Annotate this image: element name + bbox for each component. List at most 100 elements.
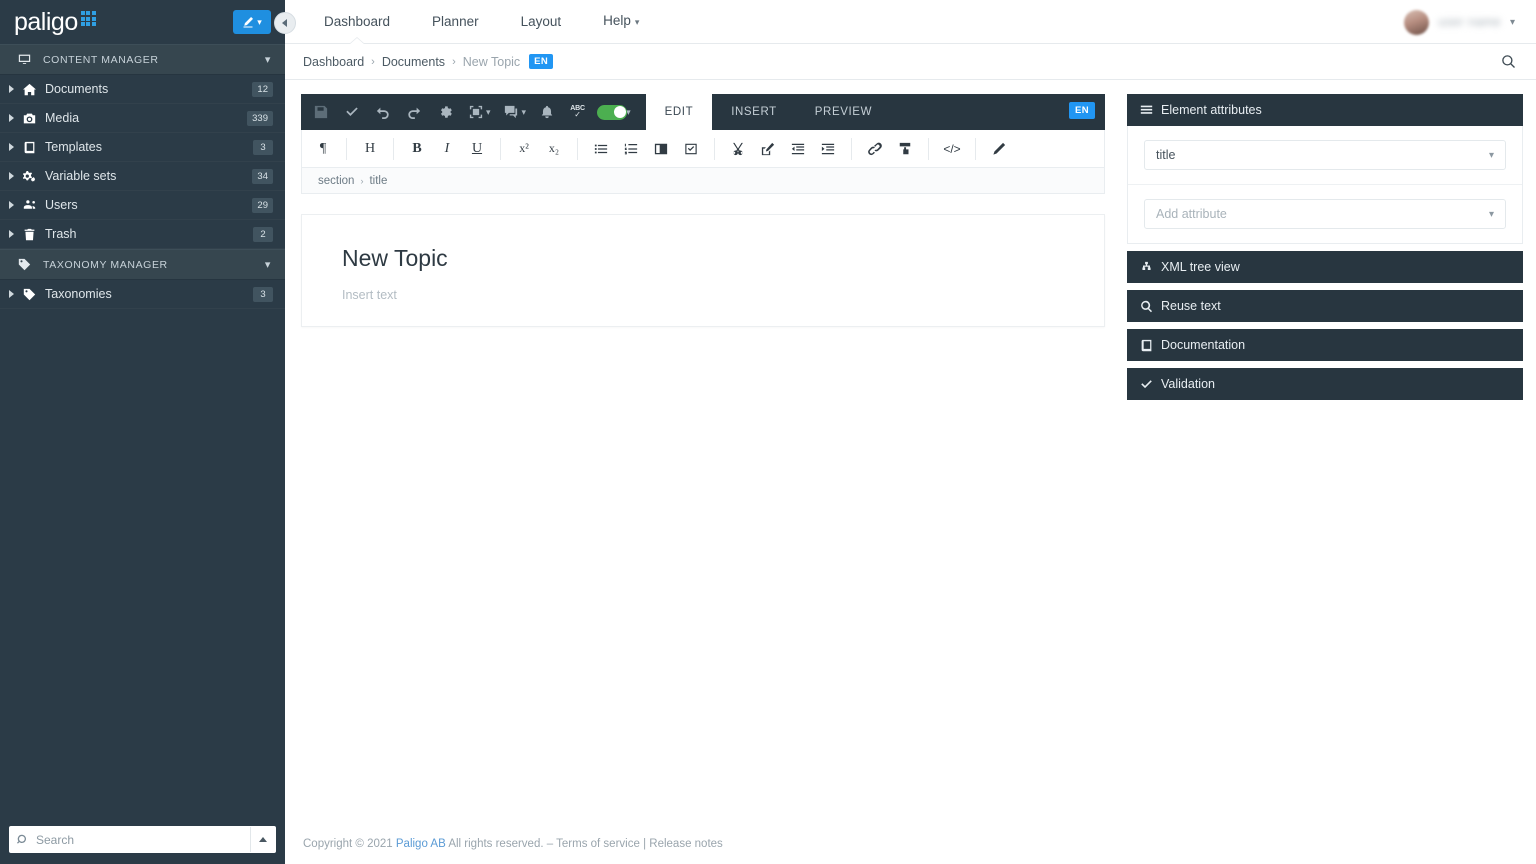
tab-edit[interactable]: EDIT xyxy=(646,94,713,130)
indent-decrease-button[interactable] xyxy=(783,134,813,164)
element-path-bar: section › title xyxy=(301,168,1105,194)
element-path-title[interactable]: title xyxy=(369,175,387,187)
global-search-button[interactable] xyxy=(1495,49,1521,75)
notifications-button[interactable] xyxy=(531,95,562,129)
sidebar-item-templates[interactable]: Templates 3 xyxy=(0,133,285,162)
italic-button[interactable]: I xyxy=(432,134,462,164)
task-list-icon xyxy=(684,142,698,156)
breadcrumb-dashboard[interactable]: Dashboard xyxy=(303,55,364,69)
format-painter-icon xyxy=(898,142,912,156)
superscript-button[interactable]: x² xyxy=(509,134,539,164)
tab-insert[interactable]: INSERT xyxy=(712,94,796,130)
editor-language-badge[interactable]: EN xyxy=(1069,102,1095,119)
indent-increase-icon xyxy=(821,142,835,156)
sidebar-item-taxonomies[interactable]: Taxonomies 3 xyxy=(0,280,285,309)
document-canvas[interactable]: New Topic Insert text xyxy=(301,214,1105,327)
document-title[interactable]: New Topic xyxy=(342,245,1064,273)
nav-dashboard[interactable]: Dashboard xyxy=(303,0,411,44)
italic-icon: I xyxy=(445,141,450,157)
sidebar-item-label: Templates xyxy=(45,140,253,154)
comments-button[interactable] xyxy=(496,95,527,129)
undo-button[interactable] xyxy=(367,95,398,129)
avatar xyxy=(1404,10,1429,35)
search-input[interactable] xyxy=(29,833,250,847)
paste-button[interactable] xyxy=(753,134,783,164)
heading-button[interactable]: H xyxy=(355,134,385,164)
sidebar-section-taxonomy-manager[interactable]: TAXONOMY MANAGER ▾ xyxy=(0,249,285,280)
paragraph-button[interactable]: ¶ xyxy=(308,134,338,164)
footer-release-notes-link[interactable]: Release notes xyxy=(649,838,723,850)
cut-button[interactable] xyxy=(723,134,753,164)
breadcrumb-documents[interactable]: Documents xyxy=(382,55,445,69)
pencil-icon xyxy=(992,142,1006,156)
tab-preview[interactable]: PREVIEW xyxy=(796,94,891,130)
breadcrumb-language-badge[interactable]: EN xyxy=(529,54,553,69)
pencil-button[interactable] xyxy=(984,134,1014,164)
check-icon xyxy=(345,105,359,119)
user-menu[interactable]: user name ▾ xyxy=(1404,0,1515,44)
sidebar-collapse-button[interactable] xyxy=(274,12,296,34)
logo-text: paligo xyxy=(14,9,78,35)
subscript-button[interactable]: x₂ xyxy=(539,134,569,164)
panel-header-validation[interactable]: Validation xyxy=(1127,368,1523,400)
spellcheck-button[interactable]: ABC✓ xyxy=(562,95,593,129)
sidebar-item-media[interactable]: Media 339 xyxy=(0,104,285,133)
search-collapse-button[interactable] xyxy=(250,827,274,852)
nav-help[interactable]: Help▾ xyxy=(582,0,660,44)
breadcrumb-bar: Dashboard › Documents › New Topic EN xyxy=(285,44,1536,80)
task-list-button[interactable] xyxy=(676,134,706,164)
new-content-button[interactable]: ▾ xyxy=(233,10,271,34)
confirm-button[interactable] xyxy=(336,95,367,129)
breadcrumb: Dashboard › Documents › New Topic EN xyxy=(303,54,553,69)
sidebar-header: paligo ▾ xyxy=(0,0,285,44)
spellcheck-toggle[interactable] xyxy=(597,105,627,120)
footer-rights: All rights reserved. – xyxy=(448,838,553,850)
redo-button[interactable] xyxy=(398,95,429,129)
sidebar-item-documents[interactable]: Documents 12 xyxy=(0,75,285,104)
sidebar-section-content-manager[interactable]: CONTENT MANAGER ▾ xyxy=(0,44,285,75)
trash-icon xyxy=(20,228,39,241)
panel-header-xml-tree-view[interactable]: XML tree view xyxy=(1127,251,1523,283)
indent-increase-button[interactable] xyxy=(813,134,843,164)
chevron-up-icon xyxy=(259,837,267,842)
book-icon xyxy=(20,141,39,154)
sidebar-item-trash[interactable]: Trash 2 xyxy=(0,220,285,249)
underline-button[interactable]: U xyxy=(462,134,492,164)
sitemap-icon xyxy=(1140,261,1153,274)
nav-planner[interactable]: Planner xyxy=(411,0,500,44)
add-attribute-row: Add attribute ▾ xyxy=(1144,185,1506,243)
bullet-list-button[interactable] xyxy=(586,134,616,164)
panel-header-reuse-text[interactable]: Reuse text xyxy=(1127,290,1523,322)
add-attribute-select[interactable]: Add attribute ▾ xyxy=(1144,199,1506,229)
settings-button[interactable] xyxy=(429,95,460,129)
sidebar-item-variable-sets[interactable]: Variable sets 34 xyxy=(0,162,285,191)
paste-icon xyxy=(761,142,775,156)
settings-icon xyxy=(438,105,452,119)
source-code-button[interactable]: </> xyxy=(937,134,967,164)
format-painter-button[interactable] xyxy=(890,134,920,164)
toolbar-divider xyxy=(851,138,852,160)
resize-button[interactable] xyxy=(460,95,491,129)
sidebar-item-badge: 3 xyxy=(253,140,273,155)
panel-header-element-attributes[interactable]: Element attributes xyxy=(1127,94,1523,126)
nav-layout[interactable]: Layout xyxy=(500,0,583,44)
panel-title: XML tree view xyxy=(1161,260,1240,274)
element-path-section[interactable]: section xyxy=(318,175,354,187)
editor-wrapper: ▾ ▾ ABC✓ ▾ ED xyxy=(285,80,1536,838)
numbered-list-button[interactable] xyxy=(616,134,646,164)
footer-company-link[interactable]: Paligo AB xyxy=(396,838,446,850)
save-button[interactable] xyxy=(305,95,336,129)
variable-list-button[interactable] xyxy=(646,134,676,164)
bullet-list-icon xyxy=(594,142,608,156)
sidebar-search[interactable] xyxy=(9,826,276,853)
bold-button[interactable]: B xyxy=(402,134,432,164)
panel-header-documentation[interactable]: Documentation xyxy=(1127,329,1523,361)
paligo-logo[interactable]: paligo xyxy=(14,9,96,35)
editor-toolbar-primary: ▾ ▾ ABC✓ ▾ ED xyxy=(301,94,1105,130)
fullscreen-icon xyxy=(469,105,483,119)
document-body-placeholder[interactable]: Insert text xyxy=(342,288,1064,302)
sidebar-item-users[interactable]: Users 29 xyxy=(0,191,285,220)
link-button[interactable] xyxy=(860,134,890,164)
element-select[interactable]: title ▾ xyxy=(1144,140,1506,170)
footer-terms-link[interactable]: Terms of service xyxy=(556,838,640,850)
